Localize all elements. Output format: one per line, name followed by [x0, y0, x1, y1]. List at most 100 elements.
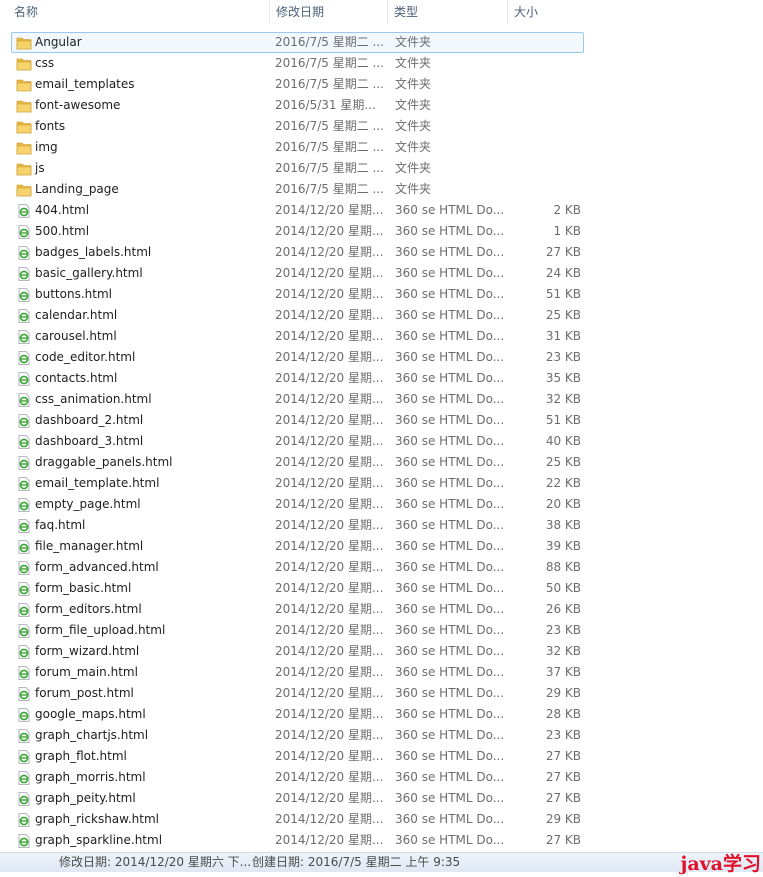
file-name: form_advanced.html	[35, 560, 159, 574]
file-name: basic_gallery.html	[35, 266, 143, 280]
file-date: 2016/7/5 星期二 ...	[275, 56, 383, 70]
file-row[interactable]: code_editor.html 2014/12/20 星期... 360 se H…	[11, 347, 584, 368]
file-row[interactable]: graph_sparkline.html 2014/12/20 星期... 360 …	[11, 830, 584, 851]
file-row[interactable]: form_advanced.html 2014/12/20 星期... 360 se…	[11, 557, 584, 578]
file-row[interactable]: email_template.html 2014/12/20 星期... 360 s…	[11, 473, 584, 494]
file-name: google_maps.html	[35, 707, 146, 721]
file-name: graph_flot.html	[35, 749, 127, 763]
file-row[interactable]: img 2016/7/5 星期二 ... 文件夹	[11, 137, 584, 158]
file-row[interactable]: dashboard_3.html 2014/12/20 星期... 360 se H…	[11, 431, 584, 452]
file-type: 360 se HTML Do...	[395, 287, 503, 301]
file-date: 2014/12/20 星期...	[275, 644, 383, 658]
file-row[interactable]: dashboard_2.html 2014/12/20 星期... 360 se H…	[11, 410, 584, 431]
file-row[interactable]: file_manager.html 2014/12/20 星期... 360 se …	[11, 536, 584, 557]
file-name: dashboard_2.html	[35, 413, 144, 427]
file-row[interactable]: graph_chartjs.html 2014/12/20 星期... 360 se…	[11, 725, 584, 746]
html-file-icon	[16, 498, 32, 512]
file-row[interactable]: calendar.html 2014/12/20 星期... 360 se HTML…	[11, 305, 584, 326]
file-row[interactable]: 500.html 2014/12/20 星期... 360 se HTML Do..…	[11, 221, 584, 242]
folder-icon	[16, 162, 32, 176]
file-row[interactable]: fonts 2016/7/5 星期二 ... 文件夹	[11, 116, 584, 137]
file-name: form_file_upload.html	[35, 623, 166, 637]
file-type: 360 se HTML Do...	[395, 266, 503, 280]
file-date: 2014/12/20 星期...	[275, 266, 383, 280]
file-row[interactable]: contacts.html 2014/12/20 星期... 360 se HTML…	[11, 368, 584, 389]
file-row[interactable]: buttons.html 2014/12/20 星期... 360 se HTML …	[11, 284, 584, 305]
file-date: 2016/7/5 星期二 ...	[275, 119, 383, 133]
file-name: forum_post.html	[35, 686, 134, 700]
file-row[interactable]: draggable_panels.html 2014/12/20 星期... 360…	[11, 452, 584, 473]
column-header-size[interactable]: 大小	[508, 0, 590, 24]
file-type: 360 se HTML Do...	[395, 623, 503, 637]
file-row[interactable]: carousel.html 2014/12/20 星期... 360 se HTML…	[11, 326, 584, 347]
folder-icon	[16, 57, 32, 71]
file-date: 2016/7/5 星期二 ...	[275, 140, 383, 154]
file-size: 29 KB	[545, 686, 581, 700]
file-date: 2014/12/20 星期...	[275, 560, 383, 574]
file-row[interactable]: form_basic.html 2014/12/20 星期... 360 se HT…	[11, 578, 584, 599]
file-date: 2014/12/20 星期...	[275, 434, 383, 448]
file-type: 文件夹	[395, 161, 432, 175]
file-row[interactable]: graph_flot.html 2014/12/20 星期... 360 se HT…	[11, 746, 584, 767]
file-type: 360 se HTML Do...	[395, 203, 503, 217]
file-date: 2014/12/20 星期...	[275, 203, 383, 217]
file-size: 32 KB	[545, 392, 581, 406]
file-row[interactable]: basic_gallery.html 2014/12/20 星期... 360 se…	[11, 263, 584, 284]
file-type: 360 se HTML Do...	[395, 245, 503, 259]
folder-icon	[16, 120, 32, 134]
file-size: 38 KB	[545, 518, 581, 532]
file-row[interactable]: email_templates 2016/7/5 星期二 ... 文件夹	[11, 74, 584, 95]
file-row[interactable]: js 2016/7/5 星期二 ... 文件夹	[11, 158, 584, 179]
file-date: 2014/12/20 星期...	[275, 329, 383, 343]
column-header-type[interactable]: 类型	[388, 0, 508, 24]
file-row[interactable]: graph_rickshaw.html 2014/12/20 星期... 360 s…	[11, 809, 584, 830]
status-modified-date: 修改日期: 2014/12/20 星期六 下...	[59, 855, 252, 869]
file-type: 360 se HTML Do...	[395, 434, 503, 448]
file-size: 31 KB	[545, 329, 581, 343]
file-row[interactable]: forum_main.html 2014/12/20 星期... 360 se HT…	[11, 662, 584, 683]
column-header-date[interactable]: 修改日期	[270, 0, 388, 24]
file-date: 2014/12/20 星期...	[275, 476, 383, 490]
file-row[interactable]: graph_peity.html 2014/12/20 星期... 360 se H…	[11, 788, 584, 809]
file-row[interactable]: css_animation.html 2014/12/20 星期... 360 se…	[11, 389, 584, 410]
file-row[interactable]: Landing_page 2016/7/5 星期二 ... 文件夹	[11, 179, 584, 200]
file-size: 23 KB	[545, 350, 581, 364]
file-type: 360 se HTML Do...	[395, 686, 503, 700]
html-file-icon	[16, 351, 32, 365]
file-row[interactable]: graph_morris.html 2014/12/20 星期... 360 se …	[11, 767, 584, 788]
file-name: draggable_panels.html	[35, 455, 173, 469]
file-size: 27 KB	[545, 833, 581, 847]
file-date: 2016/7/5 星期二 ...	[275, 161, 383, 175]
file-row[interactable]: form_file_upload.html 2014/12/20 星期... 360…	[11, 620, 584, 641]
file-row[interactable]: faq.html 2014/12/20 星期... 360 se HTML Do..…	[11, 515, 584, 536]
file-row[interactable]: form_wizard.html 2014/12/20 星期... 360 se H…	[11, 641, 584, 662]
file-size: 23 KB	[545, 623, 581, 637]
file-size: 27 KB	[545, 770, 581, 784]
file-type: 360 se HTML Do...	[395, 371, 503, 385]
file-row[interactable]: css 2016/7/5 星期二 ... 文件夹	[11, 53, 584, 74]
file-size: 39 KB	[545, 539, 581, 553]
folder-icon	[16, 141, 32, 155]
file-row[interactable]: form_editors.html 2014/12/20 星期... 360 se …	[11, 599, 584, 620]
file-name: form_editors.html	[35, 602, 142, 616]
file-type: 360 se HTML Do...	[395, 350, 503, 364]
file-row[interactable]: forum_post.html 2014/12/20 星期... 360 se HT…	[11, 683, 584, 704]
html-file-icon	[16, 372, 32, 386]
file-date: 2014/12/20 星期...	[275, 749, 383, 763]
html-file-icon	[16, 477, 32, 491]
file-row[interactable]: empty_page.html 2014/12/20 星期... 360 se HT…	[11, 494, 584, 515]
file-type: 文件夹	[395, 140, 432, 154]
file-row[interactable]: google_maps.html 2014/12/20 星期... 360 se H…	[11, 704, 584, 725]
file-row[interactable]: badges_labels.html 2014/12/20 星期... 360 se…	[11, 242, 584, 263]
file-row[interactable]: 404.html 2014/12/20 星期... 360 se HTML Do..…	[11, 200, 584, 221]
html-file-icon	[16, 561, 32, 575]
file-name: calendar.html	[35, 308, 118, 322]
file-row[interactable]: Angular 2016/7/5 星期二 ... 文件夹	[11, 32, 584, 53]
file-name: file_manager.html	[35, 539, 144, 553]
file-type: 360 se HTML Do...	[395, 791, 503, 805]
file-type: 360 se HTML Do...	[395, 749, 503, 763]
file-row[interactable]: font-awesome 2016/5/31 星期... 文件夹	[11, 95, 584, 116]
file-type: 360 se HTML Do...	[395, 602, 503, 616]
html-file-icon	[16, 267, 32, 281]
file-type: 文件夹	[395, 98, 432, 112]
